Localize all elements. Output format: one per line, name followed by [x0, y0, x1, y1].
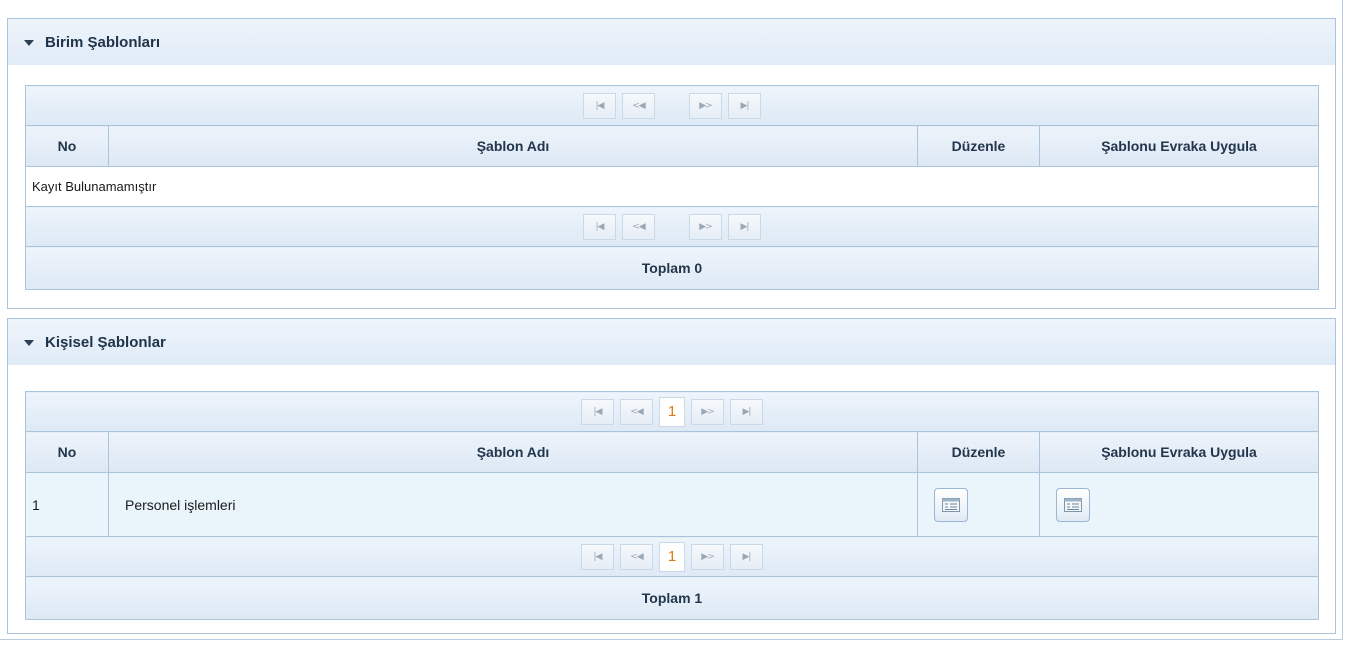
column-header-apply[interactable]: Şablonu Evraka Uygula: [1039, 431, 1319, 473]
last-page-button[interactable]: ▶|: [728, 213, 761, 240]
edit-form-icon: [942, 497, 960, 512]
last-page-button[interactable]: ▶|: [730, 398, 763, 425]
next-page-button[interactable]: ▶>: [689, 92, 722, 119]
template-name: Personel işlemleri: [108, 472, 918, 537]
last-page-button[interactable]: ▶|: [730, 543, 763, 570]
first-page-button[interactable]: |◀: [583, 92, 616, 119]
column-header-no[interactable]: No: [25, 125, 109, 167]
unit-templates-table: |◀ <◀ ▶> ▶| No Şablon Adı Düzenle Şablon…: [25, 85, 1319, 290]
last-page-button[interactable]: ▶|: [728, 92, 761, 119]
collapse-triangle-icon[interactable]: [24, 339, 34, 346]
pager-bottom: |◀ <◀ 1 ▶> ▶|: [25, 536, 1319, 577]
next-page-button[interactable]: ▶>: [691, 543, 724, 570]
apply-form-icon: [1064, 497, 1082, 512]
column-header-no[interactable]: No: [25, 431, 109, 473]
prev-page-button[interactable]: <◀: [620, 543, 653, 570]
page-number-button[interactable]: 1: [659, 541, 685, 572]
pager-top: |◀ <◀ ▶> ▶|: [25, 85, 1319, 126]
collapse-triangle-icon[interactable]: [24, 39, 34, 46]
page-number-button[interactable]: 1: [659, 396, 685, 427]
total-row: Toplam 0: [25, 246, 1319, 290]
panel-title: Birim Şablonları: [45, 33, 161, 51]
column-header-row: No Şablon Adı Düzenle Şablonu Evraka Uyg…: [25, 125, 1319, 167]
next-page-button[interactable]: ▶>: [691, 398, 724, 425]
pager-top: |◀ <◀ 1 ▶> ▶|: [25, 391, 1319, 432]
empty-row: Kayıt Bulunamamıştır: [25, 166, 1319, 207]
unit-templates-header[interactable]: Birim Şablonları: [8, 19, 1335, 65]
prev-page-button[interactable]: <◀: [620, 398, 653, 425]
panel-title: Kişisel Şablonlar: [45, 333, 166, 351]
column-header-row: No Şablon Adı Düzenle Şablonu Evraka Uyg…: [25, 431, 1319, 473]
next-page-button[interactable]: ▶>: [689, 213, 722, 240]
table-row[interactable]: 1 Personel işlemleri: [25, 472, 1319, 537]
empty-message: Kayıt Bulunamamıştır: [25, 166, 1319, 207]
prev-page-button[interactable]: <◀: [622, 92, 655, 119]
unit-templates-panel: Birim Şablonları |◀ <◀ ▶> ▶| No Şablon A…: [7, 18, 1336, 309]
first-page-button[interactable]: |◀: [581, 398, 614, 425]
column-header-template-name[interactable]: Şablon Adı: [108, 125, 918, 167]
total-count: Toplam 0: [25, 246, 1319, 290]
column-header-edit[interactable]: Düzenle: [917, 125, 1040, 167]
pager-bottom: |◀ <◀ ▶> ▶|: [25, 206, 1319, 247]
total-row: Toplam 1: [25, 576, 1319, 620]
column-header-apply[interactable]: Şablonu Evraka Uygula: [1039, 125, 1319, 167]
prev-page-button[interactable]: <◀: [622, 213, 655, 240]
personal-templates-header[interactable]: Kişisel Şablonlar: [8, 319, 1335, 365]
column-header-edit[interactable]: Düzenle: [917, 431, 1040, 473]
total-count: Toplam 1: [25, 576, 1319, 620]
first-page-button[interactable]: |◀: [581, 543, 614, 570]
column-header-template-name[interactable]: Şablon Adı: [108, 431, 918, 473]
apply-cell: [1039, 472, 1319, 537]
personal-templates-panel: Kişisel Şablonlar |◀ <◀ 1 ▶> ▶| No Şablo…: [7, 318, 1336, 634]
apply-template-button[interactable]: [1056, 487, 1090, 522]
row-number: 1: [25, 472, 109, 537]
edit-cell: [917, 472, 1040, 537]
personal-templates-table: |◀ <◀ 1 ▶> ▶| No Şablon Adı Düzenle Şabl…: [25, 391, 1319, 620]
edit-template-button[interactable]: [934, 487, 968, 522]
first-page-button[interactable]: |◀: [583, 213, 616, 240]
